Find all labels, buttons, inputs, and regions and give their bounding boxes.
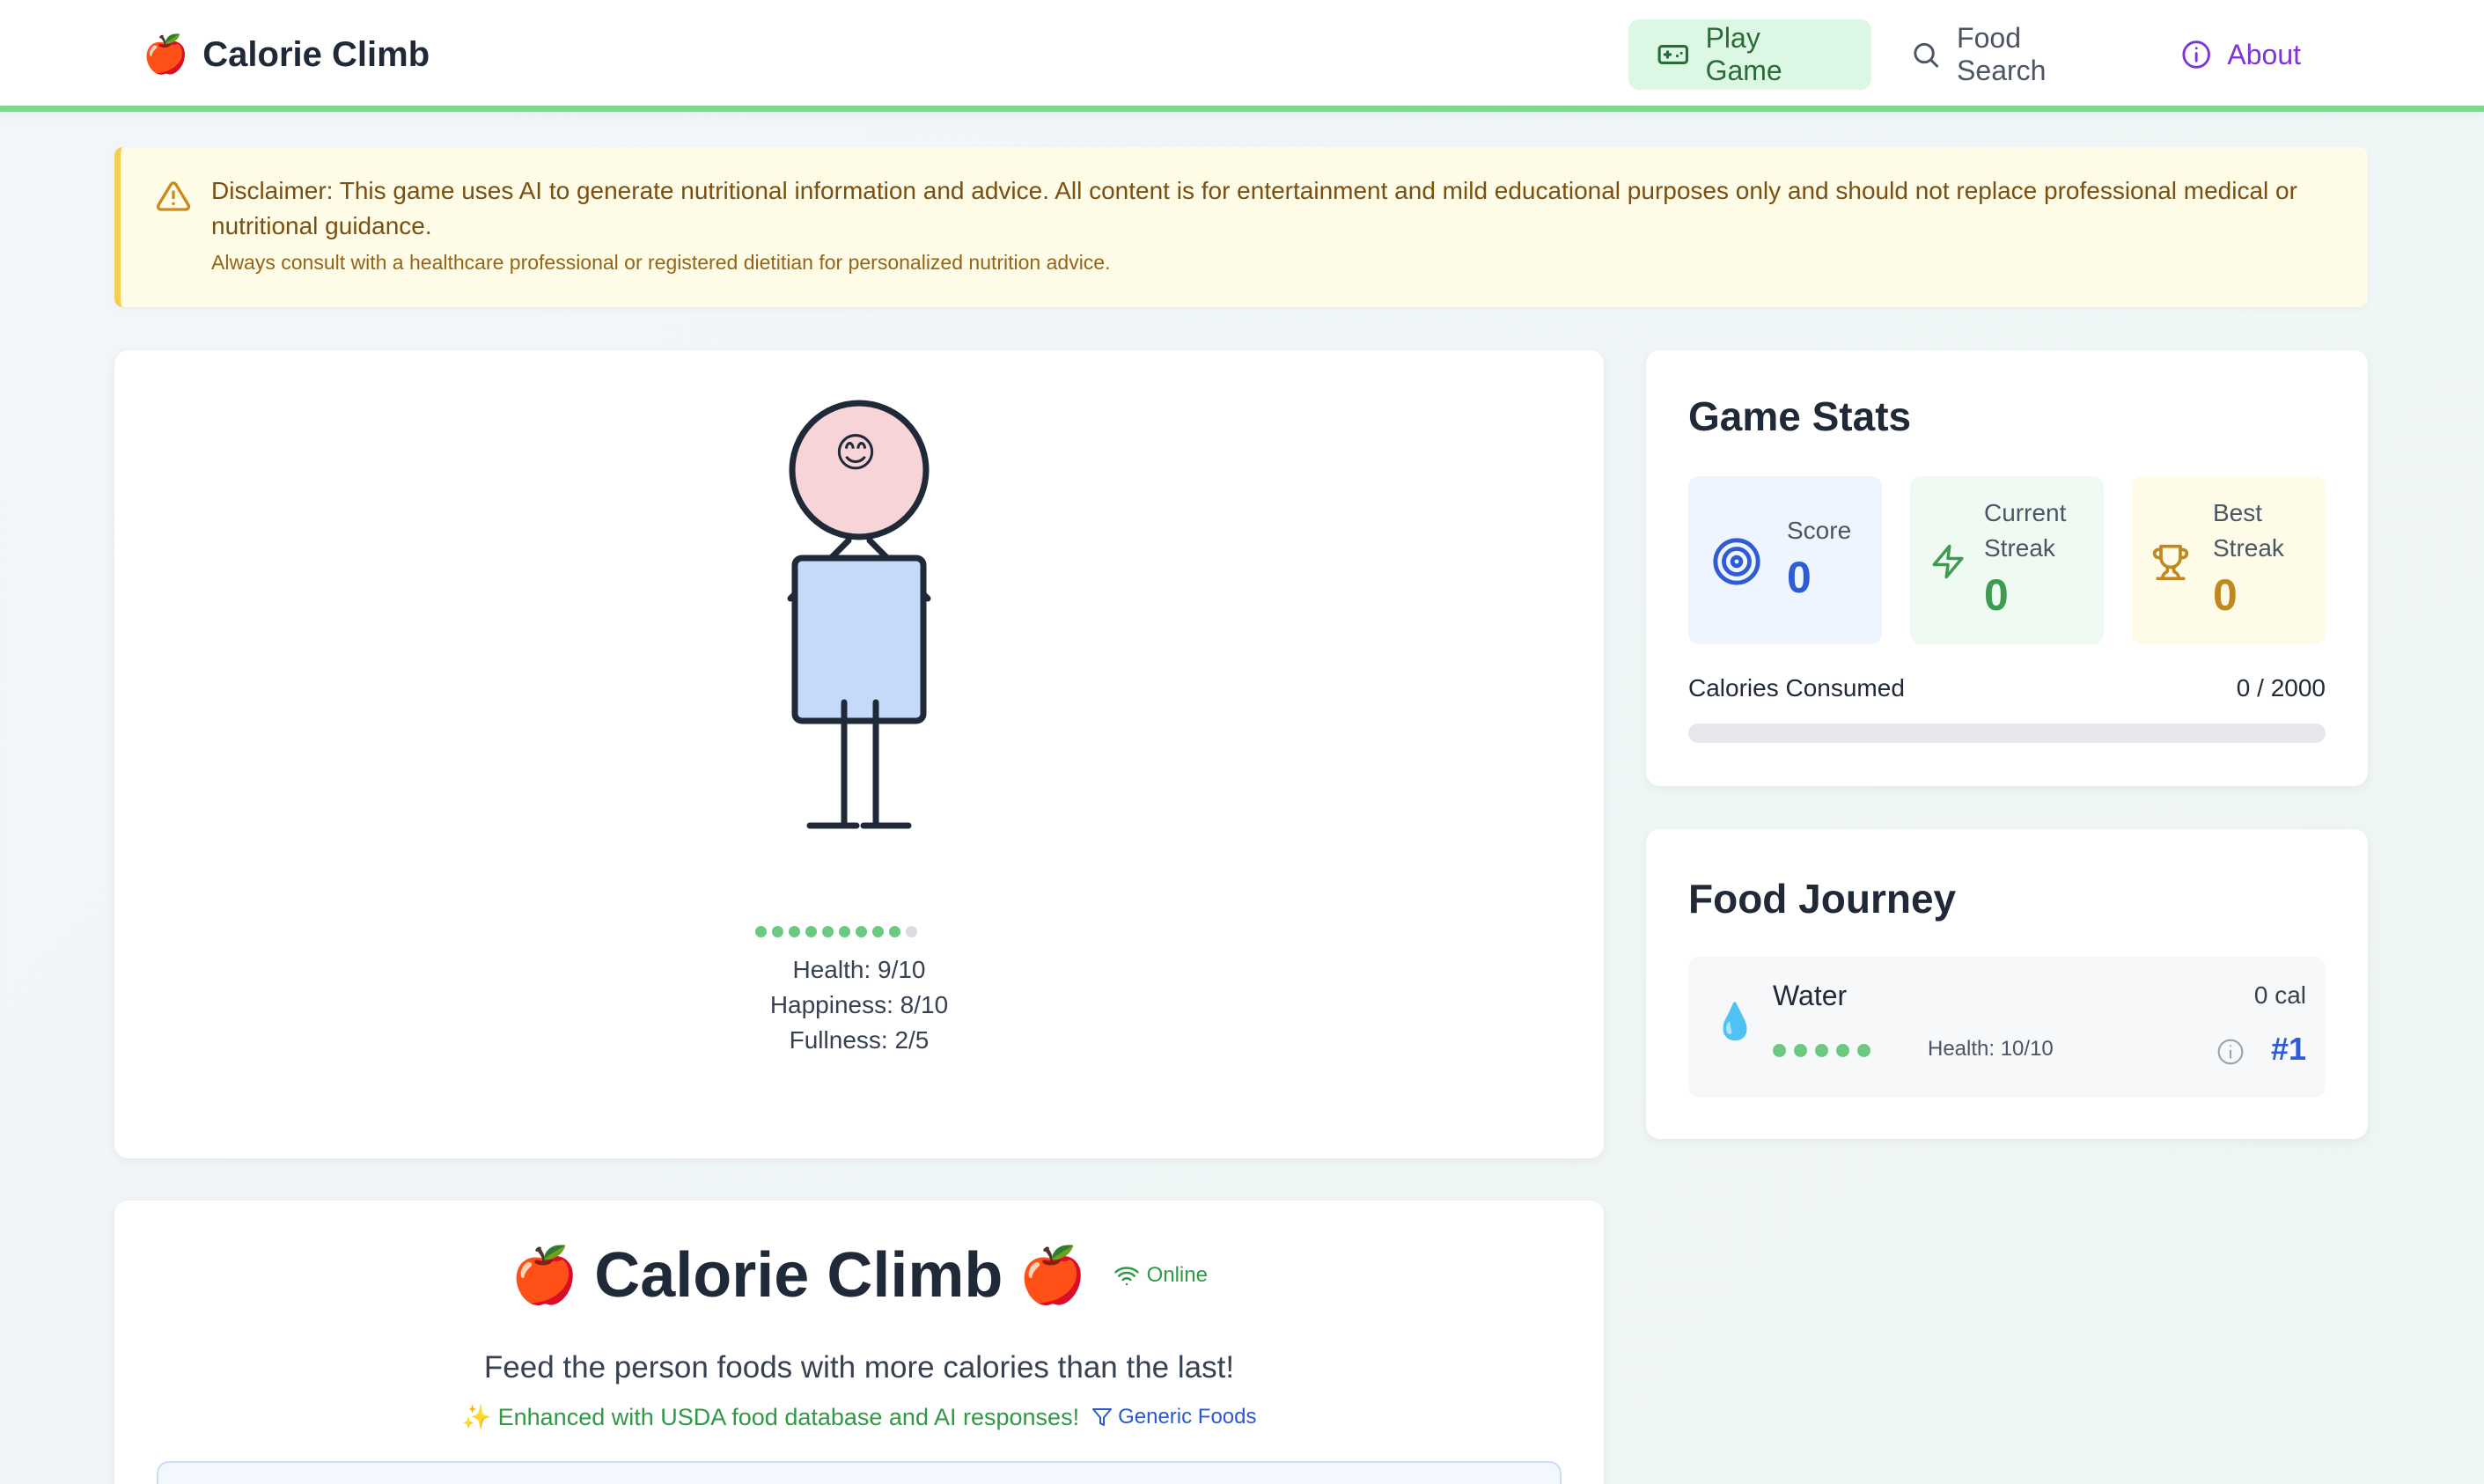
top-navbar: 🍎 Calorie Climb Play Game Food Search Ab… xyxy=(0,0,2484,112)
best-streak-label-1: Best xyxy=(2213,499,2263,526)
generic-foods-filter[interactable]: Generic Foods xyxy=(1091,1405,1256,1429)
health-dot xyxy=(1836,1044,1849,1057)
info-icon[interactable] xyxy=(2216,1038,2245,1066)
game-title-row: 🍎 Calorie Climb 🍎 Online xyxy=(114,1239,1604,1311)
health-meter xyxy=(755,926,917,937)
journey-item-name: Water xyxy=(1773,980,1848,1011)
health-meter-dot xyxy=(856,926,867,937)
nav-play-game-button[interactable]: Play Game xyxy=(1628,19,1871,90)
nav-about-label: About xyxy=(2227,38,2301,70)
health-dot xyxy=(1773,1044,1786,1057)
disclaimer-banner: Disclaimer: This game uses AI to generat… xyxy=(114,147,2368,307)
calories-consumed-label: Calories Consumed xyxy=(1688,674,1905,702)
gamepad-icon xyxy=(1657,45,1688,64)
generic-foods-label: Generic Foods xyxy=(1118,1405,1257,1429)
apple-icon: 🍎 xyxy=(143,33,189,75)
online-status: Online xyxy=(1113,1262,1208,1289)
health-meter-dot xyxy=(805,926,817,937)
food-journey-title: Food Journey xyxy=(1688,876,1957,922)
best-streak-label-2: Streak xyxy=(2213,534,2284,562)
health-meter-dot xyxy=(822,926,834,937)
disclaimer-text: Disclaimer: This game uses AI to generat… xyxy=(211,177,2297,239)
current-streak-label-1: Current xyxy=(1984,499,2067,526)
game-stats-card: Game Stats Score 0 Current Streak 0 Best… xyxy=(1646,350,2368,786)
target-icon xyxy=(1713,538,1760,585)
disclaimer-subtext: Always consult with a healthcare profess… xyxy=(211,251,1111,274)
wifi-icon xyxy=(1113,1267,1139,1286)
game-title-card: 🍎 Calorie Climb 🍎 Online Feed the person… xyxy=(114,1201,1604,1484)
water-drop-icon: 💧 xyxy=(1713,1003,1757,1041)
journey-health-dots xyxy=(1773,1044,1870,1057)
health-dot xyxy=(1794,1044,1807,1057)
info-icon xyxy=(2182,40,2210,69)
current-streak-box: Current Streak 0 xyxy=(1910,476,2104,644)
lightning-icon xyxy=(1932,544,1964,579)
score-box: Score 0 xyxy=(1688,476,1882,644)
calories-consumed-value: 0 / 2000 xyxy=(2236,674,2326,702)
health-meter-dot xyxy=(772,926,783,937)
nav-about-button[interactable]: About xyxy=(2153,19,2329,90)
health-meter-dot xyxy=(839,926,850,937)
enhanced-text: ✨ Enhanced with USDA food database and A… xyxy=(461,1404,1080,1430)
score-label: Score xyxy=(1787,517,1852,544)
trophy-icon xyxy=(2152,544,2189,581)
current-streak-label-2: Streak xyxy=(1984,534,2055,562)
calories-progress-bar xyxy=(1688,724,2326,743)
food-input-area[interactable] xyxy=(157,1461,1562,1484)
best-streak-box: Best Streak 0 xyxy=(2132,476,2326,644)
journey-item-calories: 0 cal xyxy=(2253,981,2306,1009)
happiness-stat: Happiness: 8/10 xyxy=(769,991,949,1018)
best-streak-value: 0 xyxy=(2213,570,2238,620)
health-stat: Health: 9/10 xyxy=(792,956,926,983)
nav-search-label: Food Search xyxy=(1957,22,2047,86)
game-character-card: 😊 Health: 9/10 Happiness: 8/10 Fullness:… xyxy=(114,350,1604,1158)
game-title: Calorie Climb xyxy=(594,1240,1003,1311)
health-dot xyxy=(1857,1044,1870,1057)
warning-icon xyxy=(156,181,191,211)
health-meter-dot xyxy=(906,926,917,937)
brand-logo[interactable]: 🍎 Calorie Climb xyxy=(143,30,430,79)
apple-icon: 🍎 xyxy=(1018,1245,1087,1306)
food-journey-card: Food Journey 💧 Water 0 cal Health: 10/10… xyxy=(1646,829,2368,1139)
filter-icon xyxy=(1092,1408,1113,1426)
health-meter-dot xyxy=(872,926,884,937)
health-meter-dot xyxy=(755,926,767,937)
current-streak-value: 0 xyxy=(1984,570,2009,620)
enhanced-row: ✨ Enhanced with USDA food database and A… xyxy=(114,1403,1604,1431)
score-value: 0 xyxy=(1787,553,1812,602)
nav-food-search-button[interactable]: Food Search xyxy=(1882,19,2134,90)
journey-item[interactable]: 💧 Water 0 cal Health: 10/10 #1 xyxy=(1688,957,2326,1098)
health-dot xyxy=(1815,1044,1828,1057)
journey-item-rank: #1 xyxy=(2270,1031,2306,1067)
game-tagline: Feed the person foods with more calories… xyxy=(483,1350,1235,1385)
character-face-emoji: 😊 xyxy=(834,430,877,475)
online-label: Online xyxy=(1146,1263,1208,1287)
health-meter-dot xyxy=(789,926,800,937)
apple-icon: 🍎 xyxy=(511,1245,579,1306)
health-meter-dot xyxy=(889,926,900,937)
brand-name: Calorie Climb xyxy=(202,34,430,74)
journey-item-health: Health: 10/10 xyxy=(1928,1037,2054,1061)
fullness-stat: Fullness: 2/5 xyxy=(789,1026,930,1054)
search-icon xyxy=(1914,42,1939,68)
game-stats-title: Game Stats xyxy=(1688,393,1912,439)
nav-play-label: Play Game xyxy=(1705,22,1782,86)
